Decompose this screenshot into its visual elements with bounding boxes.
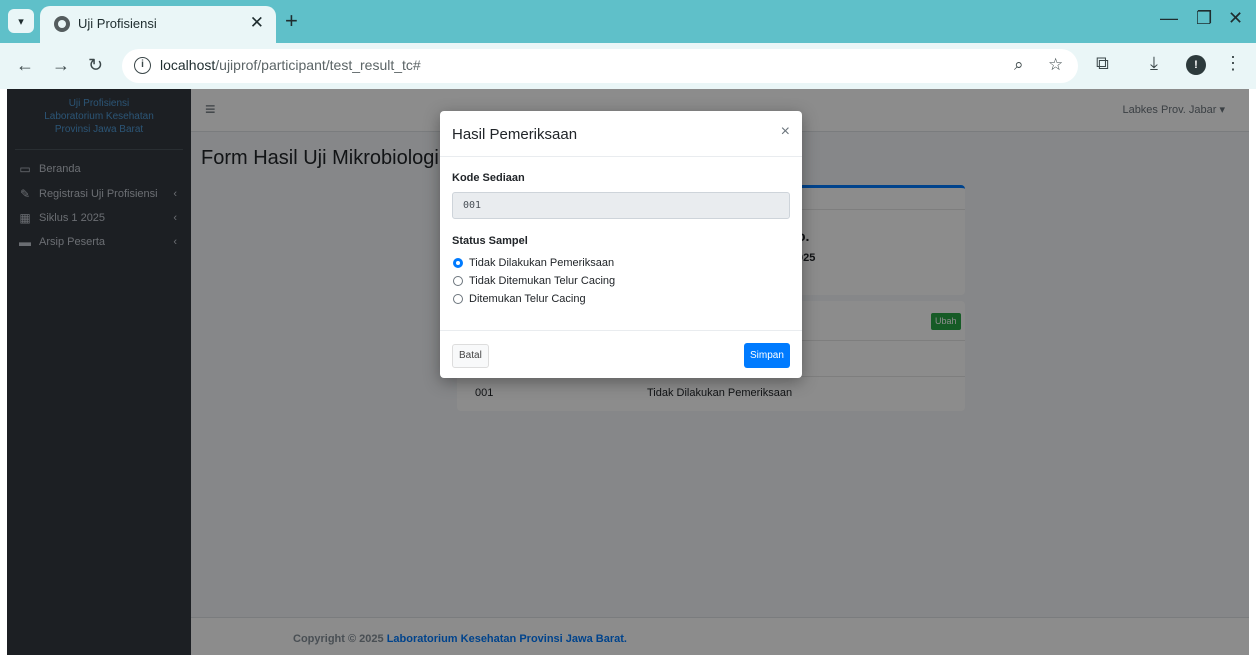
modal-title: Hasil Pemeriksaan — [452, 126, 578, 143]
window-close-icon[interactable]: ✕ — [1228, 8, 1243, 29]
url-text[interactable]: localhost/ujiprof/participant/test_resul… — [160, 57, 421, 73]
browser-menu-icon[interactable]: ⋮ — [1224, 53, 1242, 74]
globe-icon — [54, 16, 70, 32]
status-sampel-label: Status Sampel — [452, 235, 528, 247]
radio-button-checked[interactable] — [453, 258, 463, 268]
restore-icon[interactable]: ❐ — [1196, 8, 1212, 29]
radio-option-tidak-ditemukan[interactable]: Tidak Ditemukan Telur Cacing — [453, 275, 615, 287]
back-arrow-icon[interactable]: ← — [16, 55, 34, 76]
modal-header: Hasil Pemeriksaan × — [440, 111, 802, 157]
browser-toolbar: ← → ↻ i localhost/ujiprof/participant/te… — [0, 43, 1256, 89]
profile-icon[interactable]: ! — [1186, 55, 1206, 75]
site-info-icon[interactable]: i — [134, 57, 151, 74]
radio-button[interactable] — [453, 294, 463, 304]
radio-option-label: Tidak Ditemukan Telur Cacing — [469, 275, 616, 287]
bookmark-star-icon[interactable]: ☆ — [1048, 55, 1063, 75]
address-bar[interactable]: i localhost/ujiprof/participant/test_res… — [122, 49, 1078, 83]
radio-option-label: Tidak Dilakukan Pemeriksaan — [469, 257, 615, 269]
radio-button[interactable] — [453, 276, 463, 286]
tab-search-chevron-icon[interactable]: ▾ — [8, 9, 34, 33]
modal-footer: Batal Simpan — [440, 330, 802, 378]
minimize-icon[interactable]: — — [1160, 8, 1178, 29]
browser-tab-strip: ▾ Uji Profisiensi ✕ + — ❐ ✕ — [0, 0, 1256, 43]
tab-close-icon[interactable]: ✕ — [250, 13, 264, 33]
forward-arrow-icon[interactable]: → — [52, 55, 70, 76]
kode-sediaan-field: 001 — [452, 192, 790, 219]
radio-option-label: Ditemukan Telur Cacing — [469, 293, 586, 305]
reload-icon[interactable]: ↻ — [88, 55, 103, 76]
radio-option-ditemukan[interactable]: Ditemukan Telur Cacing — [453, 293, 586, 305]
extensions-puzzle-icon[interactable]: ⧉ — [1096, 53, 1109, 74]
save-button[interactable]: Simpan — [744, 343, 790, 368]
download-icon[interactable]: ⤓ — [1150, 53, 1158, 74]
radio-option-tidak-dilakukan[interactable]: Tidak Dilakukan Pemeriksaan — [453, 257, 614, 269]
kode-sediaan-label: Kode Sediaan — [452, 172, 525, 184]
close-icon[interactable]: × — [781, 123, 790, 141]
new-tab-icon[interactable]: + — [285, 8, 298, 34]
tab-title: Uji Profisiensi — [78, 16, 157, 31]
hasil-pemeriksaan-modal: Hasil Pemeriksaan × Kode Sediaan 001 Sta… — [440, 111, 802, 378]
browser-tab[interactable]: Uji Profisiensi ✕ — [40, 6, 276, 43]
cancel-button[interactable]: Batal — [452, 344, 489, 368]
zoom-icon[interactable]: ⌕ — [1014, 55, 1024, 75]
